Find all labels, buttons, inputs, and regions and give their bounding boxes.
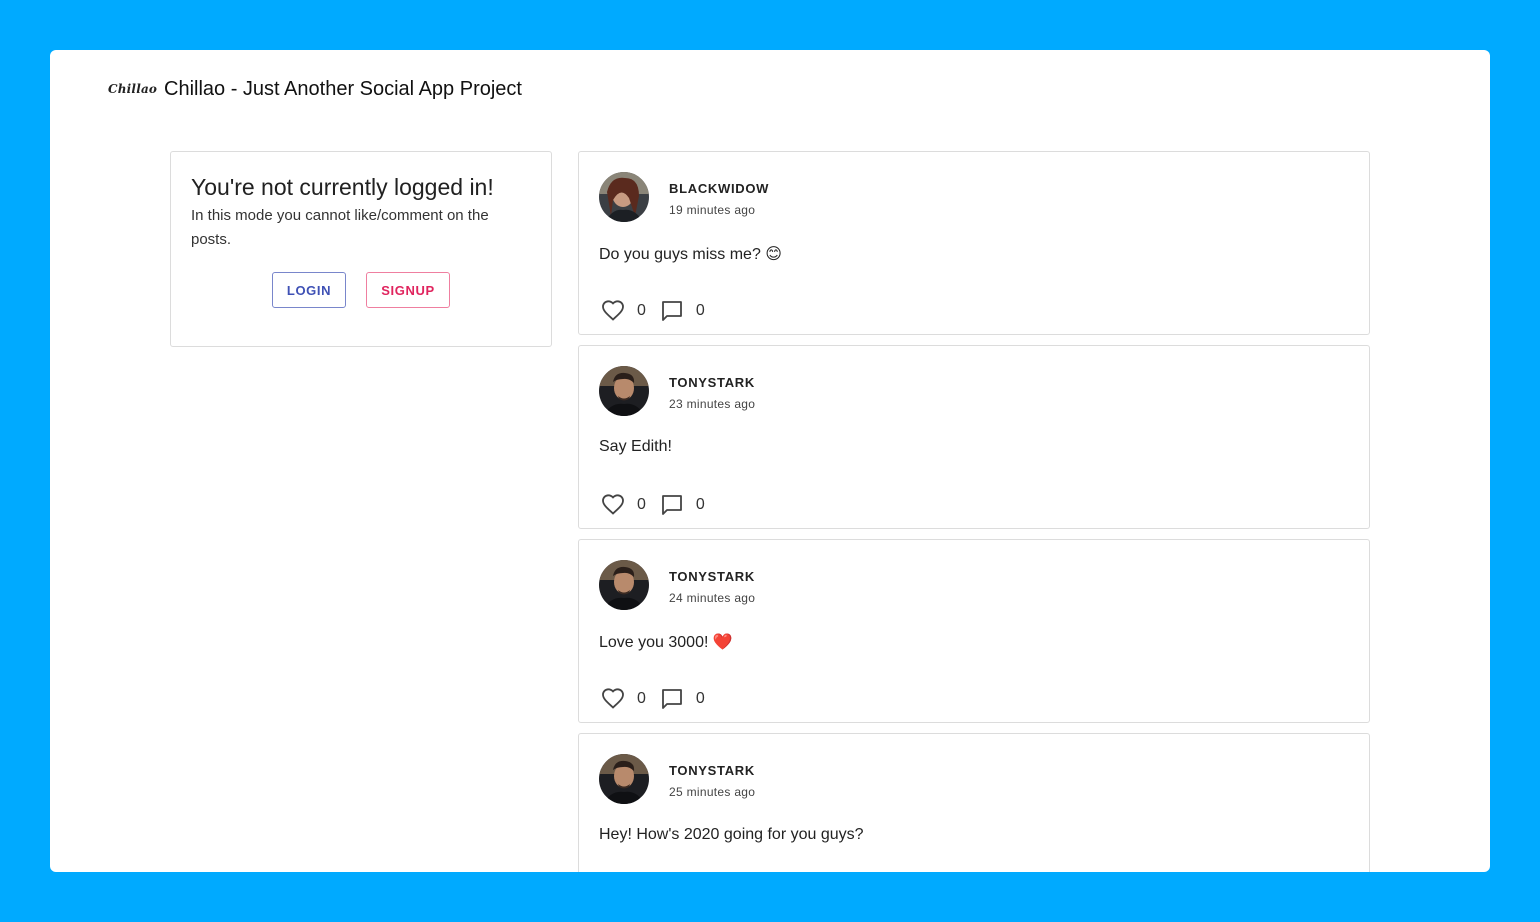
post-actions: 0 0 bbox=[599, 297, 717, 325]
post-card: TONYSTARK 23 minutes ago Say Edith! 0 0 bbox=[578, 345, 1370, 529]
post-content: Love you 3000! ❤️ bbox=[599, 634, 733, 651]
comment-bubble-icon[interactable] bbox=[658, 297, 686, 325]
like-count: 0 bbox=[637, 496, 646, 513]
post-timestamp: 23 minutes ago bbox=[669, 397, 756, 411]
comment-count: 0 bbox=[695, 302, 705, 319]
login-message: In this mode you cannot like/comment on … bbox=[191, 207, 489, 248]
post-content: Hey! How's 2020 going for you guys? bbox=[599, 826, 864, 843]
login-heading: You're not currently logged in! bbox=[191, 174, 494, 200]
signup-button[interactable]: SIGNUP bbox=[366, 272, 450, 308]
avatar[interactable] bbox=[599, 366, 649, 416]
post-card: BLACKWIDOW 19 minutes ago Do you guys mi… bbox=[578, 151, 1370, 335]
post-username[interactable]: TONYSTARK bbox=[669, 569, 755, 584]
auth-buttons: LOGIN SIGNUP bbox=[171, 272, 551, 308]
post-feed: BLACKWIDOW 19 minutes ago Do you guys mi… bbox=[578, 151, 1370, 872]
comment-count: 0 bbox=[695, 690, 705, 707]
post-timestamp: 24 minutes ago bbox=[669, 591, 756, 605]
app-logo[interactable]: Chillao bbox=[108, 82, 157, 96]
heart-outline-icon[interactable] bbox=[599, 297, 627, 325]
post-username[interactable]: TONYSTARK bbox=[669, 375, 755, 390]
comment-count: 0 bbox=[695, 496, 705, 513]
avatar[interactable] bbox=[599, 754, 649, 804]
like-count: 0 bbox=[637, 690, 646, 707]
app-window: Chillao Chillao - Just Another Social Ap… bbox=[50, 50, 1490, 872]
avatar[interactable] bbox=[599, 172, 649, 222]
post-timestamp: 25 minutes ago bbox=[669, 785, 756, 799]
comment-bubble-icon[interactable] bbox=[658, 685, 686, 713]
post-card: TONYSTARK 24 minutes ago Love you 3000! … bbox=[578, 539, 1370, 723]
comment-bubble-icon[interactable] bbox=[658, 491, 686, 519]
post-username[interactable]: TONYSTARK bbox=[669, 763, 755, 778]
post-card: TONYSTARK 25 minutes ago Hey! How's 2020… bbox=[578, 733, 1370, 872]
like-count: 0 bbox=[637, 302, 646, 319]
heart-outline-icon[interactable] bbox=[599, 685, 627, 713]
post-actions: 0 0 bbox=[599, 491, 717, 519]
post-content: Say Edith! bbox=[599, 438, 672, 455]
post-content: Do you guys miss me? 😊 bbox=[599, 246, 782, 263]
login-prompt-card: You're not currently logged in! In this … bbox=[170, 151, 552, 347]
login-button[interactable]: LOGIN bbox=[272, 272, 346, 308]
post-actions: 0 0 bbox=[599, 685, 717, 713]
app-bar: Chillao Chillao - Just Another Social Ap… bbox=[108, 74, 522, 104]
avatar[interactable] bbox=[599, 560, 649, 610]
heart-outline-icon[interactable] bbox=[599, 491, 627, 519]
post-username[interactable]: BLACKWIDOW bbox=[669, 181, 769, 196]
app-title: Chillao - Just Another Social App Projec… bbox=[164, 77, 522, 100]
post-timestamp: 19 minutes ago bbox=[669, 203, 756, 217]
